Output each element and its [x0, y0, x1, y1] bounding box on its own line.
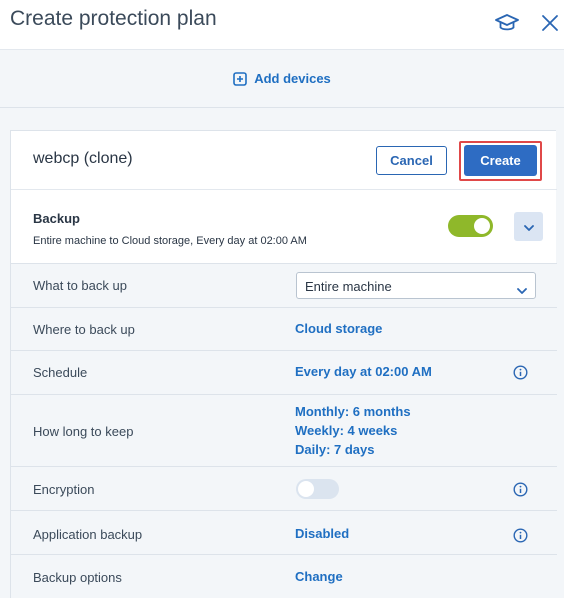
keep-monthly-link[interactable]: Monthly: 6 months — [295, 404, 411, 419]
dialog-title: Create protection plan — [10, 7, 217, 30]
cancel-button[interactable]: Cancel — [376, 146, 447, 175]
setting-row-keep: How long to keep Monthly: 6 months Weekl… — [11, 394, 557, 466]
encryption-label: Encryption — [33, 482, 95, 497]
toggle-knob — [298, 481, 314, 497]
what-select[interactable]: Entire machine — [296, 272, 536, 299]
add-devices-button[interactable]: Add devices — [233, 71, 331, 86]
options-change-link[interactable]: Change — [295, 569, 343, 584]
info-icon[interactable] — [513, 365, 528, 380]
chevron-down-icon — [523, 218, 534, 236]
app-backup-value-link[interactable]: Disabled — [295, 526, 349, 541]
where-label: Where to back up — [33, 322, 135, 337]
expand-backup-button[interactable] — [514, 212, 543, 241]
setting-row-schedule: Schedule Every day at 02:00 AM — [11, 350, 557, 394]
backup-toggle[interactable] — [448, 215, 493, 237]
keep-daily-link[interactable]: Daily: 7 days — [295, 442, 375, 457]
options-label: Backup options — [33, 570, 122, 585]
setting-row-app-backup: Application backup Disabled — [11, 510, 557, 554]
backup-title: Backup — [33, 211, 80, 226]
plan-name: webcp (clone) — [33, 150, 133, 167]
keep-weekly-link[interactable]: Weekly: 4 weeks — [295, 423, 397, 438]
setting-row-what: What to back up Entire machine — [11, 263, 557, 307]
dialog-header: Create protection plan — [0, 0, 564, 50]
chevron-down-icon — [517, 282, 527, 297]
where-value-link[interactable]: Cloud storage — [295, 321, 382, 336]
backup-settings: What to back up Entire machine Where to … — [11, 263, 557, 598]
info-icon[interactable] — [513, 528, 528, 543]
close-icon[interactable] — [537, 10, 563, 36]
what-label: What to back up — [33, 278, 127, 293]
what-select-value: Entire machine — [305, 279, 392, 294]
add-square-icon — [233, 71, 248, 86]
plan-card: webcp (clone) Cancel Create Backup Entir… — [10, 130, 557, 598]
setting-row-options: Backup options Change — [11, 554, 557, 598]
divider — [11, 189, 557, 190]
setting-row-where: Where to back up Cloud storage — [11, 307, 557, 350]
setting-row-encryption: Encryption — [11, 466, 557, 510]
keep-label: How long to keep — [33, 424, 134, 439]
graduation-cap-icon[interactable] — [494, 10, 520, 36]
add-devices-label: Add devices — [254, 71, 331, 86]
backup-description: Entire machine to Cloud storage, Every d… — [33, 235, 307, 247]
info-icon[interactable] — [513, 482, 528, 497]
schedule-label: Schedule — [33, 365, 88, 380]
toggle-knob — [474, 218, 490, 234]
app-backup-label: Application backup — [33, 527, 143, 542]
encryption-toggle[interactable] — [296, 479, 339, 499]
create-button[interactable]: Create — [464, 145, 537, 176]
add-devices-bar: Add devices — [0, 50, 564, 108]
schedule-value-link[interactable]: Every day at 02:00 AM — [295, 364, 432, 379]
